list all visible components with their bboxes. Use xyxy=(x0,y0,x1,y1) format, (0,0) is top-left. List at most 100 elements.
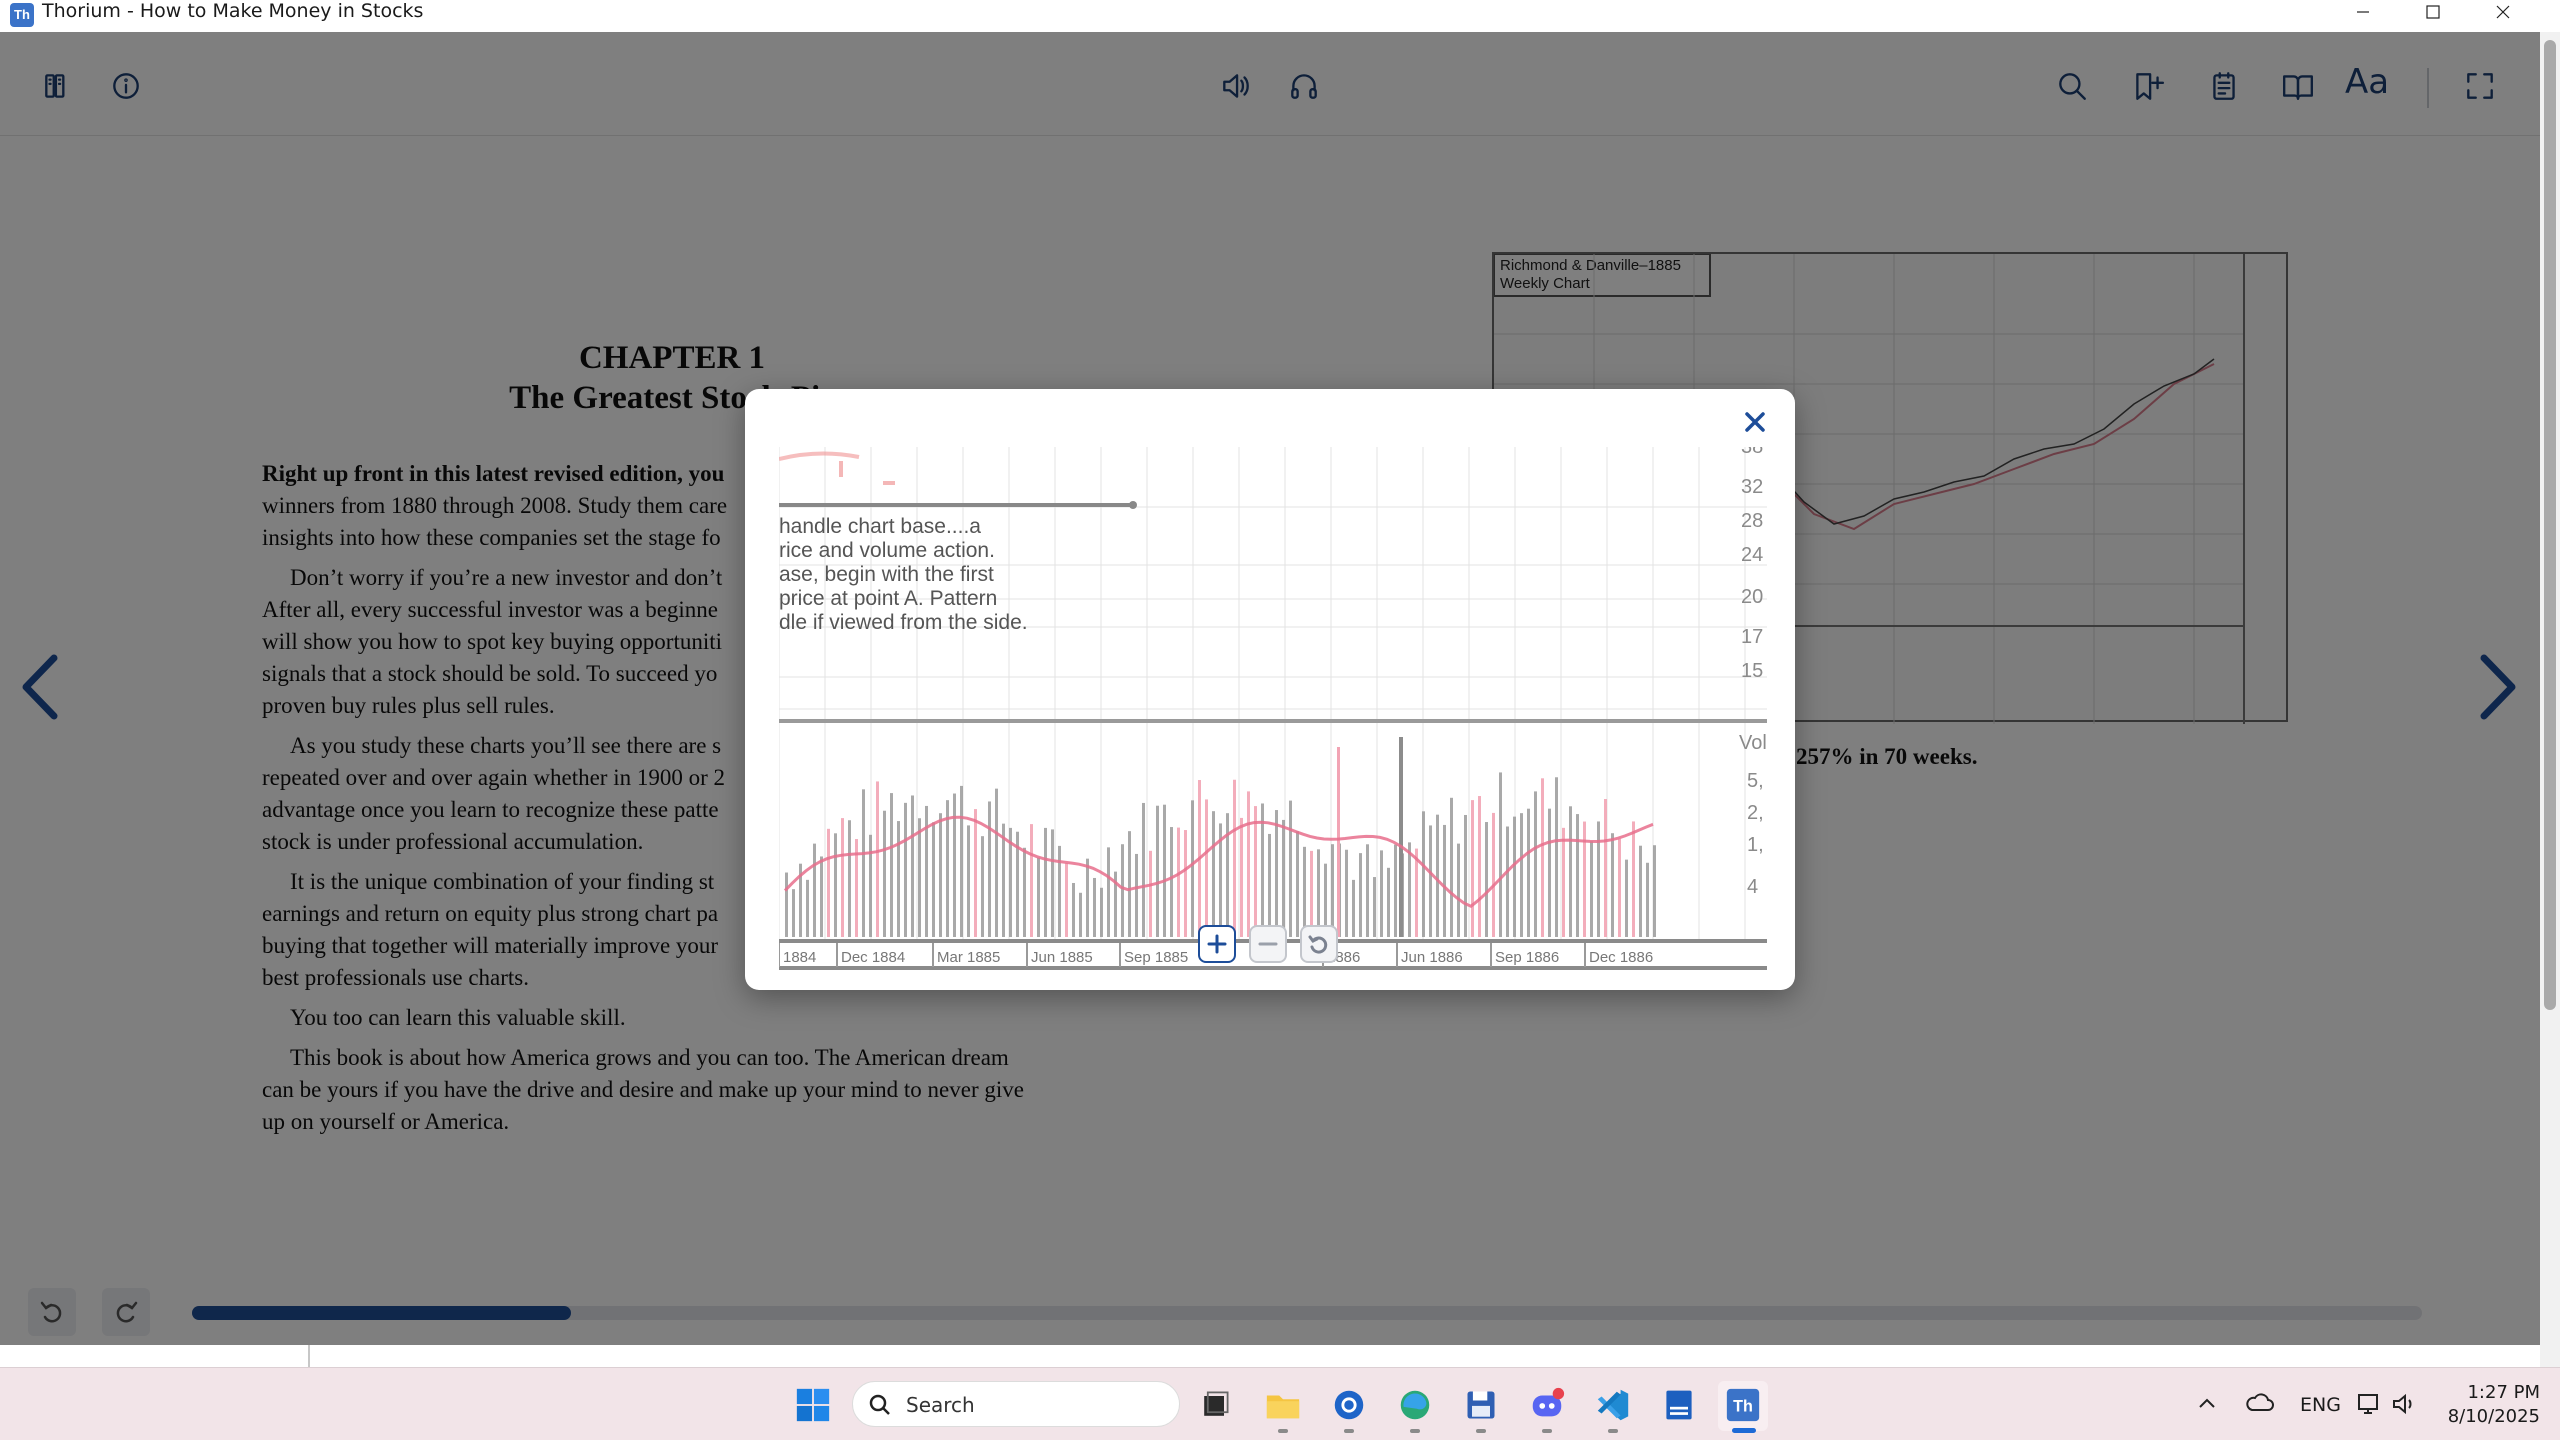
volume-tick-label: 1, xyxy=(1747,834,1764,856)
volume-bar xyxy=(1399,737,1403,937)
volume-bar xyxy=(1149,850,1152,937)
volume-bar xyxy=(1331,844,1334,937)
volume-bar xyxy=(1170,827,1173,937)
volume-bar xyxy=(1023,847,1026,937)
volume-bar xyxy=(1450,797,1453,937)
price-tick-label: 38 xyxy=(1741,447,1763,458)
volume-bar xyxy=(792,889,795,937)
price-tick-label: 32 xyxy=(1741,476,1763,498)
volume-bar xyxy=(1345,849,1348,937)
zoomed-figure[interactable]: handle chart base....a rice and volume ac… xyxy=(779,447,1767,973)
app-taskbar-blue[interactable] xyxy=(1328,1384,1370,1426)
minimize-button[interactable] xyxy=(2328,0,2398,32)
volume-bar xyxy=(1226,813,1229,937)
volume-bar xyxy=(974,809,977,937)
task-view-button[interactable] xyxy=(1194,1384,1236,1426)
start-button[interactable] xyxy=(792,1384,834,1426)
clock-time[interactable]: 1:27 PM xyxy=(2440,1382,2540,1403)
volume-bar xyxy=(820,856,823,937)
edge-browser-taskbar[interactable] xyxy=(1394,1384,1436,1426)
volume-bar xyxy=(1142,802,1145,937)
thorium-icon: Th xyxy=(1726,1388,1760,1422)
chart-annotation-line: dle if viewed from the side. xyxy=(779,611,1028,634)
reset-zoom-button[interactable] xyxy=(1300,925,1338,963)
volume-bar xyxy=(1534,791,1537,937)
thorium-taskbar[interactable]: Th xyxy=(1722,1384,1764,1426)
volume-bar xyxy=(890,793,893,937)
volume-bar xyxy=(1191,800,1194,937)
volume-bar xyxy=(1044,827,1047,937)
volume-bar xyxy=(1240,817,1243,937)
volume-bar xyxy=(1037,857,1040,937)
scrollbar-thumb[interactable] xyxy=(2544,40,2556,1010)
volume-bar xyxy=(1590,841,1593,937)
save-app-taskbar[interactable] xyxy=(1460,1384,1502,1426)
volume-bar xyxy=(1205,799,1208,937)
volume-bar xyxy=(813,843,816,937)
language-indicator[interactable]: ENG xyxy=(2300,1394,2341,1416)
volume-bar xyxy=(883,810,886,937)
zoom-in-button[interactable] xyxy=(1198,925,1236,963)
footer-divider xyxy=(308,1345,310,1367)
volume-bar xyxy=(1527,808,1530,937)
active-indicator xyxy=(1732,1428,1756,1433)
discord-taskbar[interactable] xyxy=(1526,1384,1568,1426)
thorium-app-icon: Th xyxy=(10,3,34,27)
volume-bar xyxy=(1212,811,1215,937)
volume-bar xyxy=(1233,779,1236,937)
volume-bar xyxy=(785,872,788,937)
volume-tick-label: 5, xyxy=(1747,770,1764,792)
volume-bar xyxy=(1506,826,1509,937)
zoom-out-button[interactable] xyxy=(1249,925,1287,963)
volume-bar xyxy=(1177,827,1180,937)
volume-bar xyxy=(1632,821,1635,937)
vscode-taskbar[interactable] xyxy=(1592,1384,1634,1426)
volume-icon[interactable] xyxy=(2390,1390,2418,1418)
price-tick-label: 20 xyxy=(1741,586,1763,608)
volume-bar xyxy=(1548,808,1551,937)
volume-bar xyxy=(897,821,900,937)
floppy-disk-icon xyxy=(1467,1391,1495,1419)
close-icon xyxy=(1745,412,1765,432)
volume-bar xyxy=(1499,772,1502,937)
volume-bar xyxy=(1394,844,1397,937)
app-taskbar-word[interactable] xyxy=(1658,1384,1700,1426)
volume-bar xyxy=(995,788,998,937)
volume-bar xyxy=(953,793,956,937)
running-indicator xyxy=(1476,1429,1486,1433)
close-window-button[interactable] xyxy=(2468,0,2538,32)
task-view-icon xyxy=(1204,1391,1229,1416)
taskbar-search-box[interactable] xyxy=(852,1381,1180,1427)
chevron-up-icon[interactable] xyxy=(2196,1392,2218,1414)
onedrive-cloud-icon[interactable] xyxy=(2244,1390,2274,1416)
close-dialog-button[interactable] xyxy=(1737,404,1773,440)
volume-bar xyxy=(1492,812,1495,937)
clock-date[interactable]: 8/10/2025 xyxy=(2430,1406,2540,1427)
volume-bar xyxy=(1513,816,1516,937)
network-icon[interactable] xyxy=(2356,1390,2384,1418)
volume-bar xyxy=(1359,853,1362,937)
volume-bar xyxy=(1058,845,1061,937)
vscode-icon xyxy=(1597,1389,1629,1421)
running-indicator xyxy=(1278,1429,1288,1433)
volume-bar xyxy=(1583,821,1586,937)
volume-bar xyxy=(1464,814,1467,937)
volume-bar xyxy=(1604,799,1607,937)
running-indicator xyxy=(1608,1429,1618,1433)
volume-bar xyxy=(1289,800,1292,937)
file-explorer-taskbar[interactable] xyxy=(1262,1384,1304,1426)
volume-bar xyxy=(1135,853,1138,937)
volume-bar xyxy=(1653,845,1656,937)
volume-bar xyxy=(834,833,837,937)
date-label: Mar 1885 xyxy=(937,949,1000,966)
blue-app-icon xyxy=(1334,1390,1364,1420)
volume-bar xyxy=(862,789,865,937)
document-app-icon xyxy=(1666,1390,1692,1420)
date-label: Dec 1884 xyxy=(841,949,905,966)
maximize-button[interactable] xyxy=(2398,0,2468,32)
volume-bar xyxy=(1002,823,1005,937)
volume-bar xyxy=(1639,845,1642,937)
volume-bar xyxy=(1457,843,1460,937)
volume-bar xyxy=(1156,805,1159,937)
volume-bar xyxy=(848,820,851,937)
